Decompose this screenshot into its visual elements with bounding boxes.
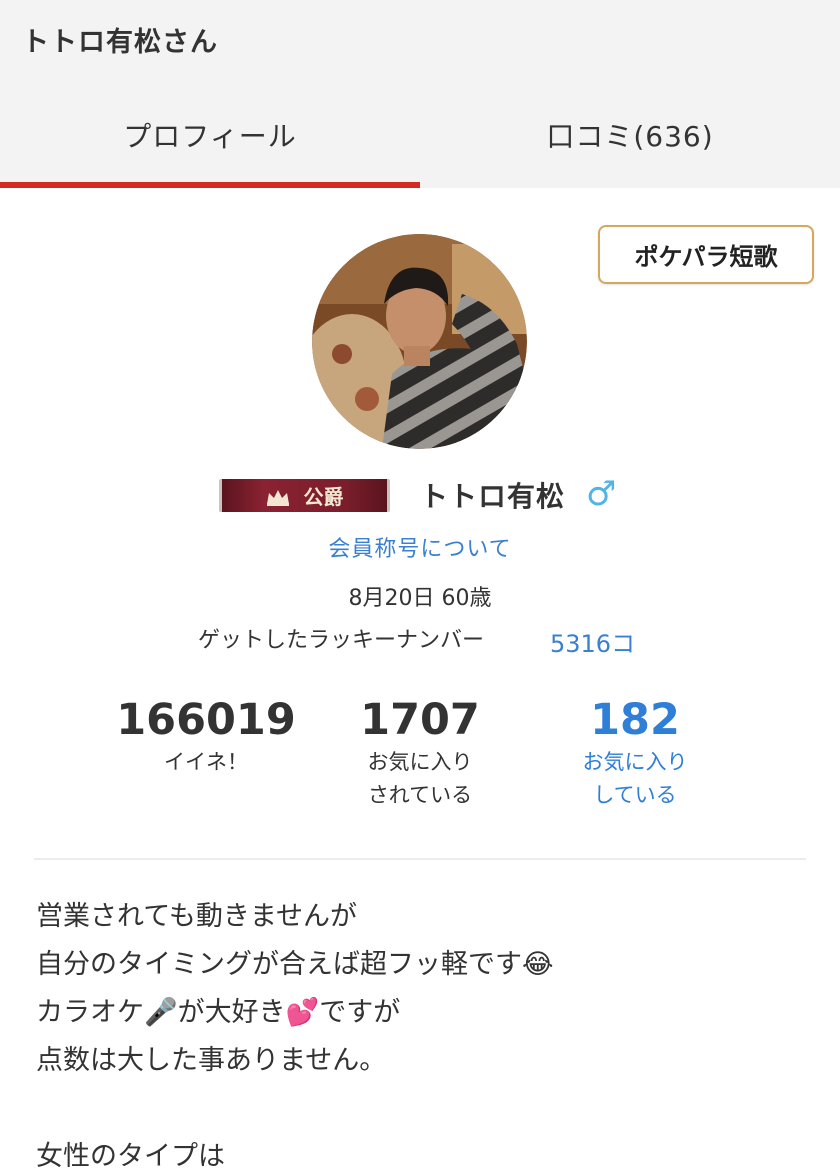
active-tab-indicator — [0, 182, 420, 188]
lucky-number-row: ゲットしたラッキーナンバー 5316コ — [198, 622, 658, 659]
bio-line: 営業されても動きませんが — [36, 893, 816, 941]
favorites-stat[interactable]: 182 お気に入り している — [525, 694, 745, 812]
birthday-age: 8月20日 60歳 — [348, 586, 492, 611]
crown-icon — [266, 487, 290, 506]
favorites-label-2: している — [593, 783, 677, 807]
likes-stat: 166019 イイネ！ — [96, 694, 316, 779]
favorited-by-count: 1707 — [360, 695, 480, 745]
tab-reviews[interactable]: 口コミ(636) — [420, 90, 840, 188]
favorites-label-1: お気に入り — [582, 750, 688, 774]
tab-reviews-label: 口コミ(636) — [546, 120, 714, 153]
bio-line: 点数は大した事ありません。 — [36, 1037, 816, 1085]
male-icon: ♂ — [586, 474, 617, 514]
avatar-photo — [312, 234, 527, 449]
favorited-by-stat: 1707 お気に入り されている — [310, 694, 530, 812]
bio-text: が大好き — [177, 997, 286, 1028]
section-divider — [34, 858, 806, 860]
bio-text: 女性のタイプは — [36, 1141, 225, 1172]
bio-line: 自分のタイミングが合えば超フッ軽です😂 — [36, 941, 816, 989]
top-header: トトロ有松さん プロフィール 口コミ(636) — [0, 0, 840, 188]
likes-count: 166019 — [116, 695, 296, 745]
tab-bar: プロフィール 口コミ(636) — [0, 90, 840, 188]
tab-profile[interactable]: プロフィール — [0, 90, 420, 188]
favorited-by-label-2: されている — [367, 783, 473, 807]
user-name: トトロ有松 — [420, 480, 566, 513]
tab-profile-label: プロフィール — [123, 120, 297, 153]
laughing-tears-emoji-icon: 😂 — [522, 949, 554, 980]
bio-text: 営業されても動きませんが — [36, 901, 358, 932]
lucky-number-link[interactable]: 5316コ — [550, 624, 635, 659]
bio-text: カラオケ — [36, 997, 144, 1028]
bio-line: カラオケ🎤が大好き💕ですが — [36, 989, 816, 1037]
rank-badge: 公爵 — [219, 479, 390, 512]
bio-text: 自分のタイミングが合えば超フッ軽です — [36, 949, 522, 980]
favorites-count: 182 — [590, 695, 680, 745]
name-row: 公爵 トトロ有松 ♂ — [0, 470, 840, 520]
likes-label: イイネ！ — [164, 750, 248, 774]
lucky-number-label: ゲットしたラッキーナンバー — [198, 628, 485, 653]
member-title-link[interactable]: 会員称号について — [0, 531, 840, 563]
bio-blank-line — [36, 1085, 816, 1133]
bio-text: ですが — [319, 997, 401, 1028]
pokepara-tanka-button[interactable]: ポケパラ短歌 — [598, 225, 814, 284]
two-hearts-emoji-icon: 💕 — [285, 997, 320, 1028]
profile-bio: 営業されても動きませんが 自分のタイミングが合えば超フッ軽です😂 カラオケ🎤が大… — [36, 893, 816, 1175]
microphone-emoji-icon: 🎤 — [144, 997, 178, 1028]
bio-text: 点数は大した事ありません。 — [36, 1045, 387, 1076]
favorited-by-label-1: お気に入り — [367, 750, 473, 774]
rank-label: 公爵 — [303, 485, 344, 509]
avatar — [312, 234, 527, 449]
page-title: トトロ有松さん — [22, 27, 218, 58]
bio-line: 女性のタイプは — [36, 1133, 816, 1175]
